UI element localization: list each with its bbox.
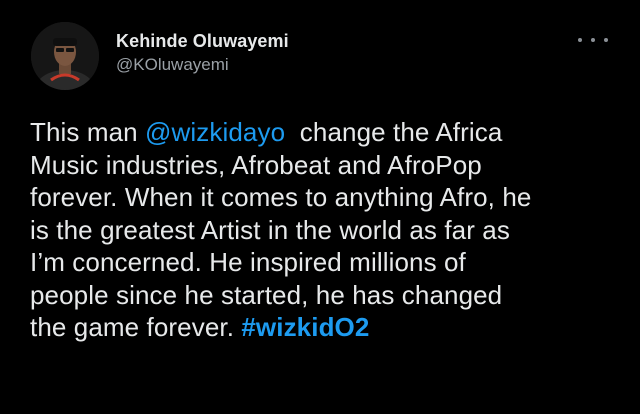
author-display-name[interactable]: Kehinde Oluwayemi: [116, 31, 289, 52]
tweet-line: people since he started, he has changed: [30, 279, 503, 310]
tweet-line: I’m concerned. He inspired millions of: [30, 247, 466, 277]
more-dot: [604, 38, 608, 42]
tweet-line: is the greatest Artist in the world as f…: [30, 214, 510, 245]
author-handle[interactable]: @KOluwayemi: [116, 55, 229, 75]
tweet-text-segment: the game forever.: [30, 312, 242, 342]
more-options-icon[interactable]: [578, 30, 608, 50]
tweet-line: the game forever. #wizkidO2: [30, 311, 620, 344]
tweet-text-segment: This man: [30, 117, 146, 147]
mention-link[interactable]: @wizkidayo: [145, 117, 285, 147]
hashtag-link[interactable]: #wizkidO2: [241, 312, 369, 342]
tweet-line: This man @wizkidayo change the Africa: [30, 116, 620, 149]
avatar[interactable]: [31, 22, 99, 90]
tweet-text: This man @wizkidayo change the Africa Mu…: [30, 116, 620, 344]
more-dot: [578, 38, 582, 42]
tweet-card: Kehinde Oluwayemi @KOluwayemi This man @…: [0, 0, 640, 414]
tweet-text-segment: change the Africa: [285, 117, 503, 147]
avatar-photo: [31, 22, 99, 90]
tweet-line: forever. When it comes to anything Afro,…: [30, 182, 532, 212]
more-dot: [591, 38, 595, 42]
tweet-line: Music industries, Afrobeat and AfroPop: [30, 149, 482, 180]
